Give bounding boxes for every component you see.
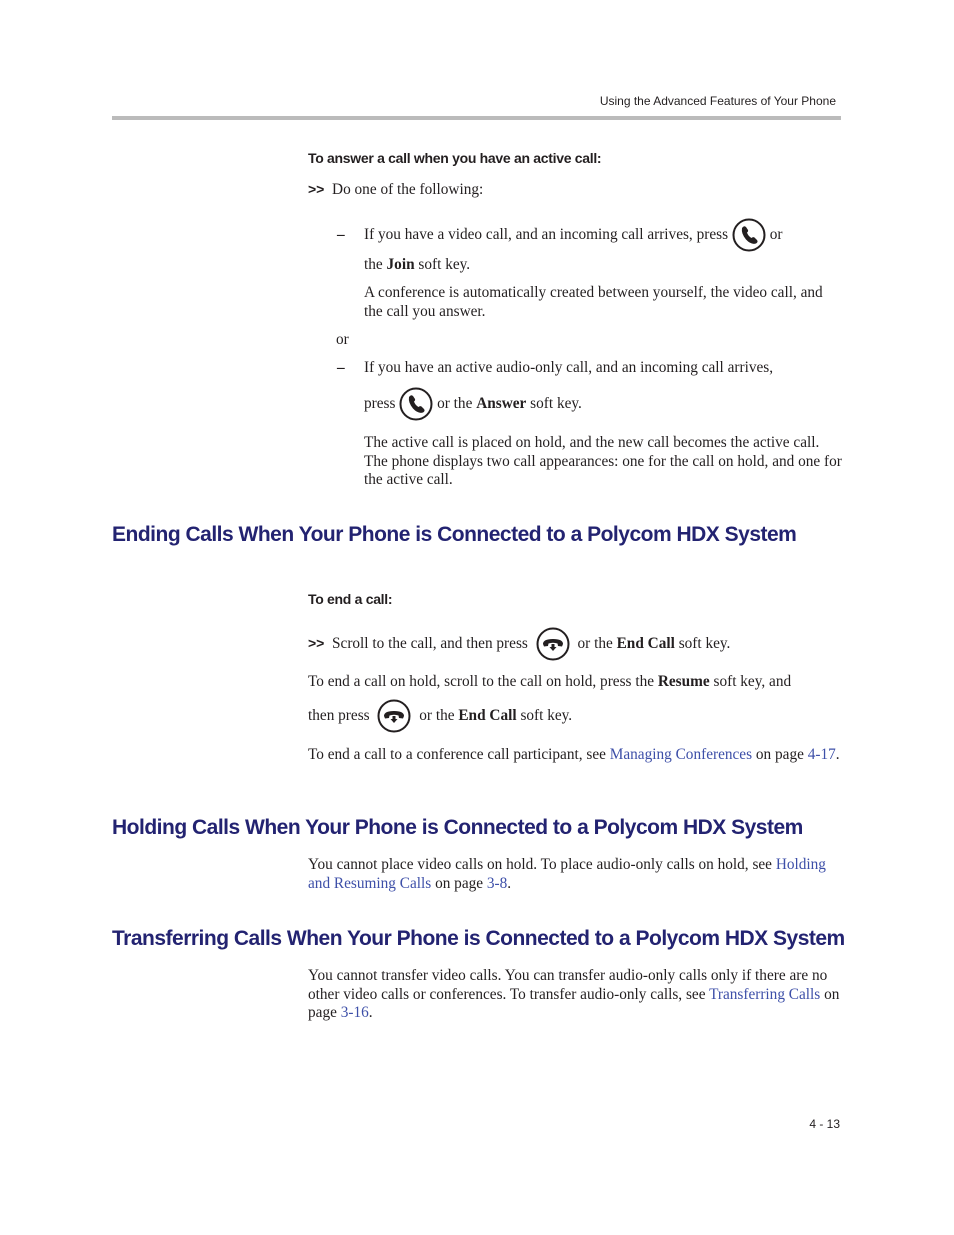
step-marker: >> bbox=[308, 635, 325, 651]
text: You cannot place video calls on hold. To… bbox=[308, 856, 772, 873]
softkey-end-call: End Call bbox=[616, 635, 675, 652]
link-page-3-8[interactable]: 3-8 bbox=[487, 875, 507, 892]
step-text: Do one of the following: bbox=[332, 181, 484, 198]
text: soft key. bbox=[418, 256, 471, 273]
text: . bbox=[507, 874, 512, 892]
option-dash-1: – bbox=[337, 226, 345, 245]
option-video-note: A conference is automatically created be… bbox=[364, 284, 823, 320]
conference-para: To end a call to a conference call parti… bbox=[308, 746, 843, 765]
or-label: or bbox=[336, 331, 349, 348]
hold-end-para-line2: then press or the End Call soft key. bbox=[308, 697, 572, 735]
link-page-3-16[interactable]: 3-16 bbox=[341, 1004, 369, 1021]
option-audio-call: If you have an active audio-only call, a… bbox=[364, 359, 774, 376]
text: . bbox=[835, 746, 840, 763]
step-end-call: >> Scroll to the call, and then press or… bbox=[308, 624, 730, 662]
text: soft key. bbox=[530, 395, 582, 412]
end-call-icon bbox=[377, 699, 411, 733]
text: To end a call on hold, scroll to the cal… bbox=[308, 673, 655, 690]
link-transferring-calls[interactable]: Transferring Calls bbox=[709, 986, 820, 1003]
softkey-end-call: End Call bbox=[458, 707, 517, 724]
text: on page bbox=[435, 874, 484, 892]
step-do-one: >> Do one of the following: bbox=[308, 180, 483, 200]
text: then press bbox=[308, 707, 370, 724]
text: on bbox=[755, 746, 772, 763]
answer-call-icon bbox=[399, 387, 433, 421]
end-call-icon bbox=[536, 627, 570, 661]
section-title-holding-calls: Holding Calls When Your Phone is Connect… bbox=[112, 816, 803, 839]
text: or the bbox=[419, 707, 455, 724]
holding-para: You cannot place video calls on hold. To… bbox=[308, 856, 843, 893]
transferring-para: You cannot transfer video calls. You can… bbox=[308, 967, 843, 1023]
step-marker: >> bbox=[308, 181, 325, 197]
text: To end a call to a conference call parti… bbox=[308, 746, 606, 763]
text: soft key. bbox=[520, 707, 573, 724]
page-number: 4 - 13 bbox=[809, 1117, 840, 1131]
option-text: If you have a video call, and an incomin… bbox=[364, 226, 729, 243]
dash: – bbox=[337, 359, 345, 376]
softkey-resume: Resume bbox=[657, 673, 710, 690]
softkey-join: Join bbox=[386, 256, 415, 273]
text: soft key. bbox=[678, 635, 731, 652]
text: . bbox=[368, 1004, 373, 1022]
running-head: Using the Advanced Features of Your Phon… bbox=[599, 94, 836, 108]
option-video-call: If you have a video call, and an incomin… bbox=[364, 216, 844, 254]
dash: – bbox=[337, 226, 345, 243]
text: or the bbox=[437, 395, 473, 412]
option-text-or: or bbox=[769, 226, 783, 243]
procedure-heading-end: To end a call: bbox=[308, 591, 393, 607]
section-title-ending-calls: Ending Calls When Your Phone is Connecte… bbox=[112, 523, 797, 546]
hold-end-para-line1: To end a call on hold, scroll to the cal… bbox=[308, 673, 791, 692]
text: the bbox=[364, 256, 383, 273]
header-rule bbox=[112, 116, 841, 120]
option-video-line2: the Join soft key. bbox=[364, 256, 470, 275]
option-dash-2: – bbox=[337, 359, 345, 378]
procedure-heading-answer: To answer a call when you have an active… bbox=[308, 150, 602, 166]
text: Scroll to the call, and then press bbox=[332, 635, 528, 652]
softkey-answer: Answer bbox=[476, 395, 527, 412]
link-managing-conferences[interactable]: Managing Conferences bbox=[610, 746, 752, 763]
option-audio-line2: press or the Answer soft key. bbox=[364, 385, 582, 423]
option-audio-note: The active call is placed on hold, and t… bbox=[364, 434, 842, 489]
text: press bbox=[364, 395, 396, 412]
text: page bbox=[775, 746, 804, 763]
text: soft key, and bbox=[713, 673, 792, 690]
answer-call-icon bbox=[732, 218, 766, 252]
text: or the bbox=[577, 635, 613, 652]
link-page-4-17[interactable]: 4-17 bbox=[808, 746, 836, 763]
section-title-transferring-calls: Transferring Calls When Your Phone is Co… bbox=[112, 927, 845, 950]
